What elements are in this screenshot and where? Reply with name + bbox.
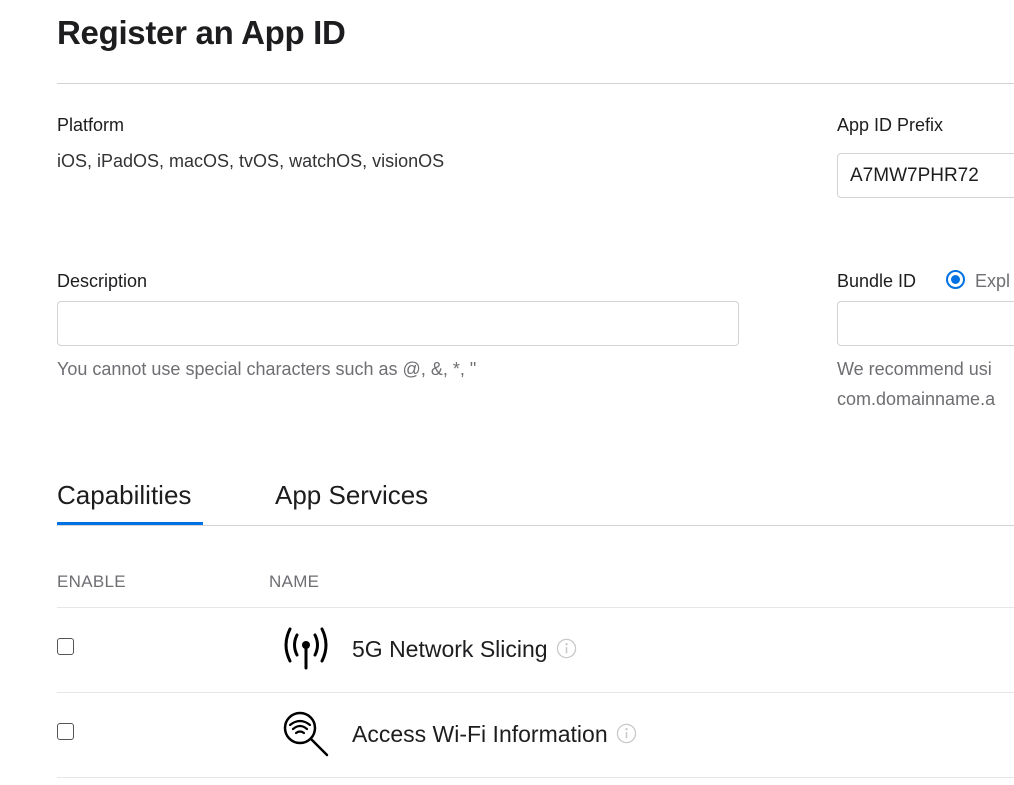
row-divider <box>57 777 1014 778</box>
info-icon[interactable] <box>556 638 577 659</box>
page-title: Register an App ID <box>57 14 346 51</box>
title-divider <box>57 83 1014 84</box>
bundle-id-help-line-2: com.domainname.a <box>837 389 996 409</box>
row-divider <box>57 692 1014 693</box>
antenna-icon <box>284 627 328 670</box>
enable-checkbox-5g-network-slicing[interactable] <box>57 638 74 655</box>
column-header-name: NAME <box>269 572 320 591</box>
description-label: Description <box>57 271 148 291</box>
platform-value: iOS, iPadOS, macOS, tvOS, watchOS, visio… <box>57 151 445 171</box>
tabs-divider <box>57 525 1014 526</box>
explicit-radio-label[interactable]: Expl <box>975 271 1010 292</box>
platform-label: Platform <box>57 115 125 135</box>
bundle-id-label: Bundle ID <box>837 271 917 291</box>
tab-app-services[interactable]: App Services <box>275 480 428 511</box>
enable-checkbox-access-wifi-information[interactable] <box>57 723 74 740</box>
capability-name-text: 5G Network Slicing <box>352 636 548 662</box>
description-help-text: You cannot use special characters such a… <box>57 359 477 379</box>
explicit-radio-button[interactable] <box>946 270 965 289</box>
info-icon[interactable] <box>616 723 637 744</box>
bundle-id-help-line-1: We recommend usi <box>837 359 992 379</box>
capability-name: 5G Network Slicing <box>352 636 577 663</box>
description-input[interactable] <box>57 301 739 346</box>
capability-name: Access Wi-Fi Information <box>352 721 637 748</box>
table-header-divider <box>57 607 1014 608</box>
register-app-id-page: Register an App ID Platform iOS, iPadOS,… <box>0 0 1014 785</box>
column-header-enable: ENABLE <box>57 572 126 591</box>
capability-name-text: Access Wi-Fi Information <box>352 721 608 747</box>
bundle-id-input[interactable] <box>837 301 1014 346</box>
wifi-search-icon <box>283 711 329 757</box>
app-id-prefix-field[interactable] <box>837 153 1014 198</box>
tab-capabilities[interactable]: Capabilities <box>57 480 191 511</box>
app-id-prefix-label: App ID Prefix <box>837 115 944 135</box>
